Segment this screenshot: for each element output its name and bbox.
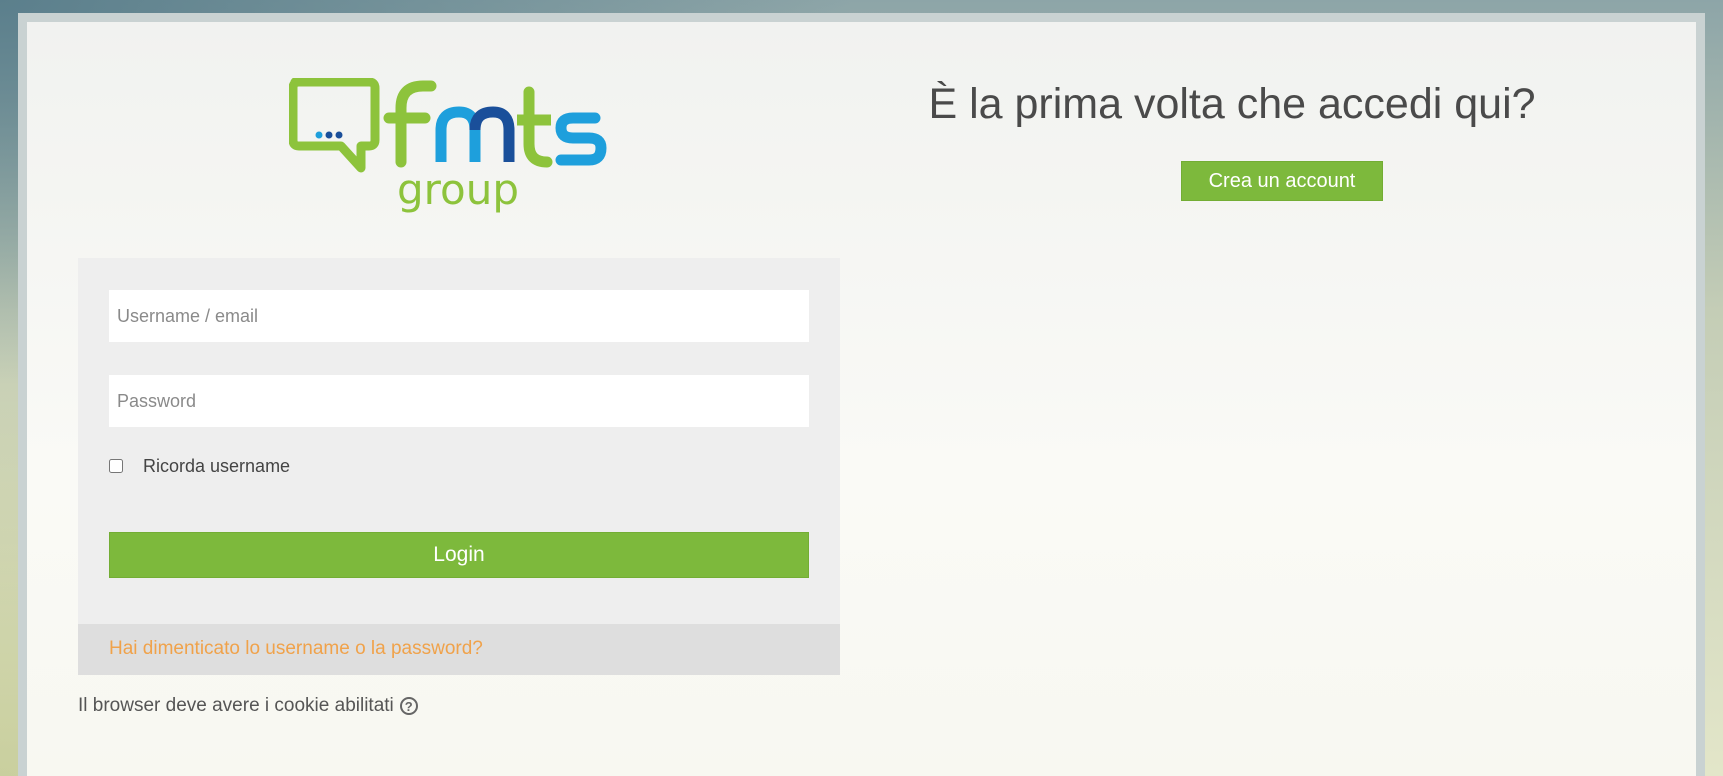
remember-username-checkbox[interactable] — [109, 459, 123, 473]
cookie-notice: Il browser deve avere i cookie abilitati… — [78, 695, 418, 717]
cookie-notice-text: Il browser deve avere i cookie abilitati — [78, 695, 394, 716]
remember-username-label: Ricorda username — [143, 455, 291, 476]
login-form: Ricorda username Login — [78, 258, 840, 624]
login-panel: Ricorda username Login Hai dimenticato l… — [78, 258, 840, 675]
username-input[interactable] — [109, 290, 809, 342]
fmts-group-logo: group — [289, 78, 607, 214]
login-card: group Ricorda username Login Hai dimenti… — [18, 13, 1705, 776]
create-account-button[interactable]: Crea un account — [1181, 161, 1383, 201]
forgot-password-bar: Hai dimenticato lo username o la passwor… — [78, 624, 840, 675]
question-circle-icon[interactable]: ? — [399, 697, 418, 715]
logo-sub-text: group — [397, 165, 519, 214]
first-time-heading: È la prima volta che accedi qui? — [928, 80, 1536, 128]
password-input[interactable] — [109, 375, 809, 427]
remember-username-row[interactable]: Ricorda username — [109, 453, 290, 479]
forgot-password-link[interactable]: Hai dimenticato lo username o la passwor… — [109, 638, 483, 660]
login-button[interactable]: Login — [109, 532, 809, 578]
